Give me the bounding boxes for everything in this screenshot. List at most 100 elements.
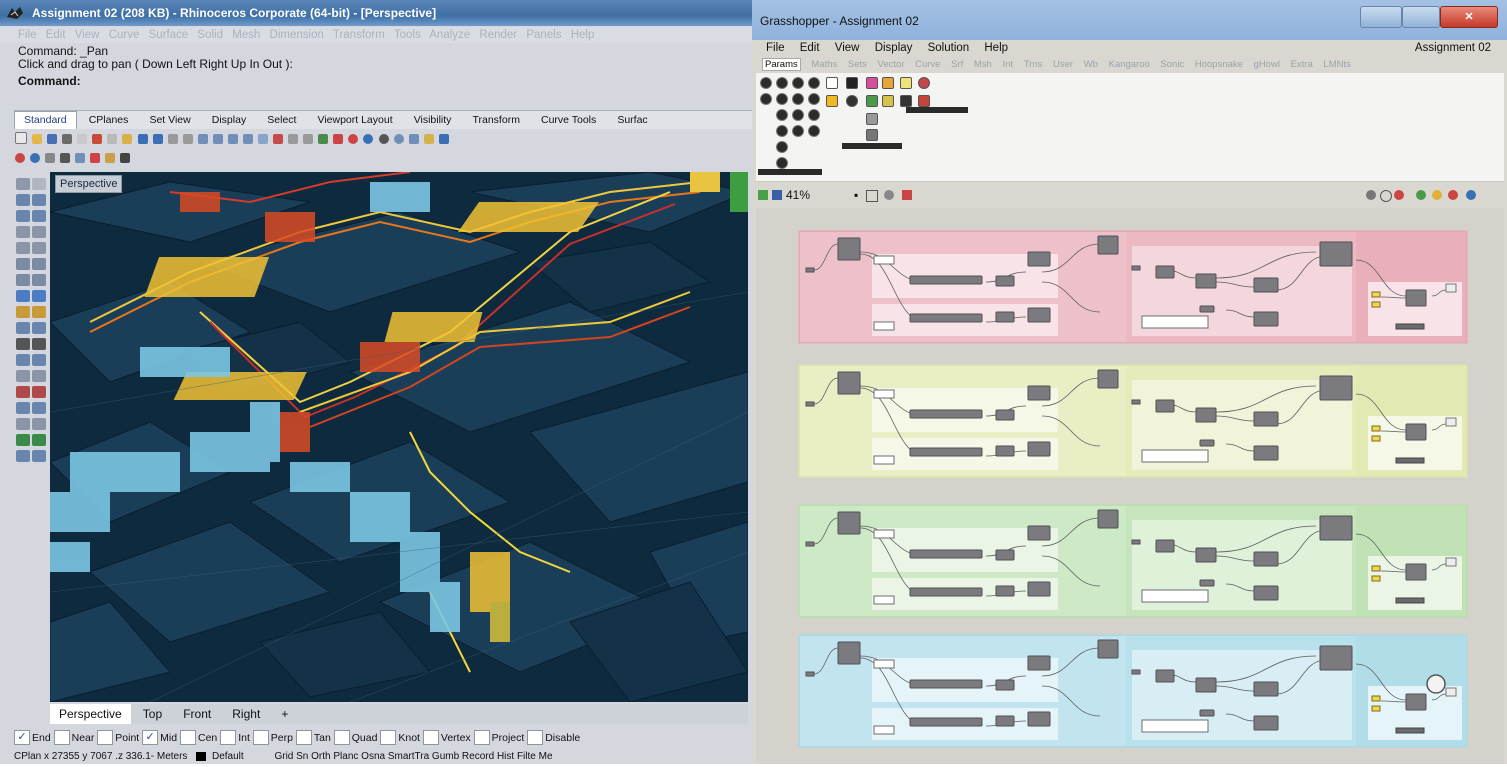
sketch-icon[interactable] — [902, 190, 912, 200]
circle-icon[interactable] — [16, 242, 30, 254]
param-group-icon[interactable] — [808, 125, 820, 137]
input-picker-icon[interactable] — [918, 95, 930, 107]
shade-icon[interactable] — [30, 153, 41, 163]
tab-front[interactable]: Front — [174, 704, 220, 724]
cplane-icon[interactable] — [303, 134, 314, 144]
open-file-icon[interactable] — [32, 134, 43, 144]
panel-icon[interactable] — [900, 77, 912, 89]
point-icon[interactable] — [318, 134, 329, 144]
osnap-disable-checkbox[interactable] — [527, 729, 544, 745]
cone-icon[interactable] — [90, 153, 101, 163]
zoom-window-icon[interactable] — [212, 134, 223, 144]
param-mesh-icon[interactable] — [808, 109, 820, 121]
tab-hoopsnake[interactable]: Hoopsnake — [1195, 59, 1243, 70]
tab-sonic[interactable]: Sonic — [1160, 59, 1184, 70]
curve-icon[interactable] — [16, 210, 30, 222]
slider-icon[interactable] — [918, 77, 930, 89]
grasshopper-canvas[interactable] — [756, 208, 1504, 764]
menu-transform[interactable]: Transform — [333, 29, 385, 41]
surface-icon[interactable] — [16, 258, 30, 270]
menu-help[interactable]: Help — [571, 29, 595, 41]
zoom-level[interactable]: 41% — [786, 188, 810, 202]
primitive-text-icon[interactable] — [882, 77, 894, 89]
param-twisted-box-icon[interactable] — [776, 141, 788, 153]
tab-wb[interactable]: Wb — [1084, 59, 1098, 70]
light-icon[interactable] — [423, 134, 434, 144]
camera-icon[interactable] — [120, 153, 131, 163]
menu-panels[interactable]: Panels — [526, 29, 561, 41]
polyline-icon[interactable] — [16, 194, 30, 206]
menu-surface[interactable]: Surface — [149, 29, 189, 41]
array-icon[interactable] — [32, 370, 46, 382]
param-field-icon[interactable] — [792, 125, 804, 137]
check-icon[interactable] — [16, 450, 30, 462]
rotate-icon[interactable] — [16, 354, 30, 366]
param-brep-icon[interactable] — [792, 109, 804, 121]
options-icon[interactable] — [438, 134, 449, 144]
copy-icon[interactable] — [107, 134, 118, 144]
move-icon[interactable] — [16, 338, 30, 350]
osnap-knot-checkbox[interactable] — [380, 729, 397, 745]
mesh-tool-icon[interactable] — [16, 290, 30, 302]
point-tool-icon[interactable] — [32, 194, 46, 206]
tab-standard[interactable]: Standard — [14, 111, 77, 129]
gear-icon[interactable] — [60, 153, 71, 163]
tab-curve[interactable]: Curve — [915, 59, 940, 70]
grid-icon[interactable] — [288, 134, 299, 144]
open-icon[interactable] — [758, 190, 768, 200]
menu-render[interactable]: Render — [479, 29, 517, 41]
wire-display-icon[interactable] — [1366, 190, 1376, 200]
osnap-int-checkbox[interactable] — [220, 729, 237, 745]
ghosted-icon[interactable] — [393, 134, 404, 144]
polygon-icon[interactable] — [32, 226, 46, 238]
param-curve-icon[interactable] — [760, 93, 772, 105]
param-circle-icon[interactable] — [808, 77, 820, 89]
menu-file[interactable]: File — [18, 29, 37, 41]
zoom-selected-icon[interactable] — [242, 134, 253, 144]
osnap-vertex-checkbox[interactable] — [422, 729, 439, 745]
osnap-cen-checkbox[interactable] — [180, 729, 196, 745]
zoom-icon[interactable] — [197, 134, 208, 144]
pan-icon[interactable] — [167, 134, 178, 144]
menu-view[interactable]: View — [75, 29, 100, 41]
gh-menu-file[interactable]: File — [766, 42, 785, 54]
tab-maths[interactable]: Maths — [811, 59, 837, 70]
osnap-end-checkbox[interactable]: ✓ — [14, 729, 30, 745]
box-icon[interactable] — [105, 153, 116, 163]
primitive-boolean-icon[interactable] — [826, 77, 838, 89]
gh-menu-help[interactable]: Help — [984, 42, 1008, 54]
fillet-icon[interactable] — [16, 306, 30, 318]
tab-lmnts[interactable]: LMNts — [1323, 59, 1350, 70]
undo-icon[interactable] — [137, 134, 148, 144]
sphere-icon[interactable] — [15, 153, 25, 163]
analyze-icon[interactable] — [16, 418, 30, 430]
rectangle-icon[interactable] — [16, 226, 30, 238]
data-recorder-icon[interactable] — [866, 129, 878, 141]
paste-icon[interactable] — [122, 134, 133, 144]
text-icon[interactable] — [32, 386, 46, 398]
sphere-preview-icon[interactable] — [1432, 190, 1442, 200]
split-icon[interactable] — [16, 322, 30, 334]
param-plane-icon[interactable] — [792, 93, 804, 105]
four-viewports-icon[interactable] — [258, 134, 268, 144]
tab-params[interactable]: Params — [762, 58, 801, 71]
extrude-icon[interactable] — [32, 274, 46, 286]
osnap-tan-checkbox[interactable] — [295, 729, 312, 745]
osnap-quad-checkbox[interactable] — [333, 729, 350, 745]
tab-surface-tools[interactable]: Surfac — [608, 112, 656, 129]
osnap-perp-checkbox[interactable] — [252, 729, 269, 745]
magnify-icon[interactable] — [45, 153, 56, 163]
param-rectangle-icon[interactable] — [808, 93, 820, 105]
tab-viewport-layout[interactable]: Viewport Layout — [309, 112, 402, 129]
maximize-button[interactable] — [1402, 6, 1440, 28]
print-icon[interactable] — [62, 134, 73, 144]
scale-icon[interactable] — [32, 354, 46, 366]
mesh-icon[interactable] — [75, 153, 86, 163]
gh-menu-edit[interactable]: Edit — [800, 42, 820, 54]
menu-analyze[interactable]: Analyze — [429, 29, 470, 41]
tab-extra[interactable]: Extra — [1291, 59, 1313, 70]
menu-tools[interactable]: Tools — [394, 29, 421, 41]
zoom-dropdown-icon[interactable]: ▪ — [854, 188, 858, 202]
param-geometry-icon[interactable] — [760, 77, 772, 89]
gh-menu-solution[interactable]: Solution — [928, 42, 970, 54]
